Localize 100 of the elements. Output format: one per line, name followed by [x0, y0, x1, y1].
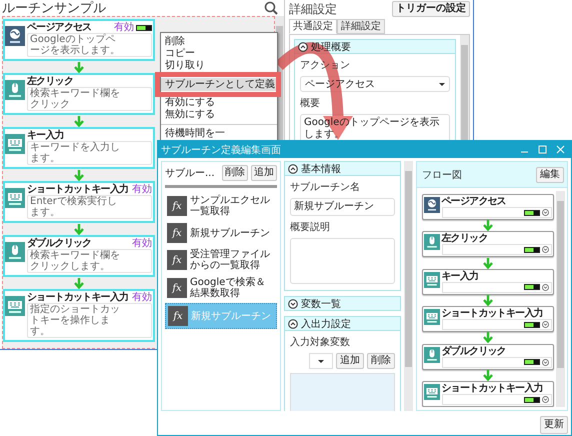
menu-item[interactable]: 削除: [161, 36, 277, 48]
subroutine-name: 新規サブルーチン: [190, 228, 271, 238]
chevron-icon[interactable]: [542, 358, 548, 366]
variable-action-button[interactable]: 削除: [367, 353, 395, 369]
step-title: ダブルクリック: [442, 346, 507, 357]
subroutine-name: 新規サブルーチン: [191, 310, 272, 322]
section-title: 基本情報: [301, 162, 341, 176]
chevron-icon[interactable]: [542, 321, 548, 328]
flow-step-card[interactable]: キー入力: [422, 268, 554, 295]
menu-item[interactable]: 待機時間を一: [161, 128, 277, 140]
caret-icon: [439, 82, 445, 86]
chevron-icon[interactable]: [542, 284, 548, 291]
menu-item[interactable]: 切り取り: [161, 60, 277, 72]
search-icon[interactable]: [264, 1, 278, 15]
panel-title: フロー図: [422, 168, 462, 182]
flow-step-card[interactable]: ページアクセス: [422, 194, 554, 220]
function-icon: fx: [167, 250, 187, 270]
collapse-icon[interactable]: [298, 42, 308, 52]
down-arrow-icon: [74, 170, 84, 180]
routine-title: ルーチンサンプル: [2, 0, 106, 16]
section-title: 変数一覧: [301, 298, 341, 310]
tab[interactable]: 共通設定: [289, 19, 337, 34]
menu-item[interactable]: サブルーチンとして定義: [161, 78, 277, 91]
toggle-switch[interactable]: [524, 284, 540, 290]
name-field[interactable]: 新規サブルーチン: [290, 198, 395, 216]
update-button[interactable]: 更新: [540, 416, 568, 434]
keyboard-icon: [5, 134, 25, 154]
section-header[interactable]: 入出力設定: [284, 316, 401, 331]
step-title: ページアクセス: [27, 22, 92, 33]
flow-step-card[interactable]: 左クリック 検索キーワード欄をクリック: [3, 73, 155, 115]
variable-dropdown[interactable]: [309, 353, 333, 369]
subroutine-name: Googleで検索＆結果数取得: [190, 277, 266, 299]
scrollbar[interactable]: [556, 191, 565, 407]
toggle-switch[interactable]: [524, 322, 540, 328]
chevron-icon[interactable]: [542, 396, 548, 404]
function-icon: fx: [168, 306, 188, 326]
window-title: サブルーチン定義編集画面: [161, 144, 281, 156]
subroutine-item[interactable]: fx 新規サブルーチン: [165, 221, 277, 245]
toggle-switch[interactable]: [524, 210, 540, 216]
field-label: 概要: [300, 96, 321, 110]
function-icon: fx: [167, 196, 187, 216]
variable-action-button[interactable]: 追加: [336, 353, 364, 369]
expand-icon[interactable]: [288, 298, 298, 308]
step-title: ショートカットキー入力: [442, 383, 544, 394]
collapse-icon[interactable]: [288, 318, 298, 328]
menu-item[interactable]: 有効にする: [161, 97, 277, 109]
step-title: ページアクセス: [442, 196, 507, 207]
flow-step-card[interactable]: ページアクセス 有効 Googleのトップページを表示します。: [3, 19, 155, 61]
step-title: ショートカットキー入力: [27, 184, 128, 195]
field-label: サブルーチン名: [290, 180, 361, 194]
subroutine-item[interactable]: fx 新規サブルーチン: [165, 303, 277, 329]
step-description: キーワードを入力します。: [30, 142, 121, 164]
close-icon[interactable]: [556, 145, 565, 154]
flow-step-card[interactable]: キー入力 キーワードを入力します。: [3, 127, 155, 169]
tab[interactable]: 詳細設定: [337, 19, 385, 34]
keyboard-icon: [5, 296, 25, 316]
panel-title: 詳細設定: [289, 0, 337, 18]
list-action-button[interactable]: 追加: [251, 165, 277, 181]
flow-step-card[interactable]: 左クリック: [422, 231, 554, 258]
toggle-switch[interactable]: [524, 246, 540, 253]
section-header[interactable]: 基本情報: [284, 161, 401, 176]
status-label: 有効: [132, 184, 152, 195]
step-title: キー入力: [442, 270, 480, 282]
flow-step-card[interactable]: ショートカットキー入力 有効 Enterで検索実行します。: [3, 181, 155, 223]
chevron-icon[interactable]: [542, 209, 548, 216]
keyboard-icon: [424, 272, 440, 288]
down-arrow-icon: [482, 258, 492, 269]
scrollbar[interactable]: [404, 161, 413, 411]
function-icon: fx: [167, 278, 187, 298]
down-arrow-icon: [74, 224, 84, 234]
step-description: 検索キーワード欄をクリックします。: [30, 250, 121, 272]
step-title: ダブルクリック: [27, 238, 92, 249]
down-arrow-icon: [74, 278, 84, 288]
flow-step-card[interactable]: ショートカットキー入力 有効 指定のショートカットキーを操作します。: [3, 289, 155, 342]
description-field[interactable]: [290, 238, 395, 284]
caret-icon: [318, 360, 324, 362]
chevron-icon[interactable]: [542, 246, 548, 254]
collapse-icon[interactable]: [288, 164, 298, 174]
mouse-icon: [424, 234, 440, 250]
menu-item[interactable]: 無効にする: [161, 109, 277, 121]
toggle-switch[interactable]: [136, 24, 152, 30]
toggle-switch[interactable]: [524, 396, 540, 403]
flow-step-card[interactable]: ショートカットキー入力: [422, 306, 554, 332]
status-label: 有効: [114, 22, 134, 33]
flow-step-card[interactable]: ショートカットキー入力: [422, 381, 554, 407]
globe-icon: [424, 197, 440, 213]
mouse-icon: [5, 80, 25, 100]
flow-step-card[interactable]: ダブルクリック 有効 検索キーワード欄をクリックします。: [3, 235, 155, 277]
menu-item[interactable]: コピー: [161, 48, 277, 60]
keyboard-icon: [424, 309, 440, 326]
function-icon: fx: [167, 223, 187, 243]
maximize-icon[interactable]: [538, 145, 547, 154]
toggle-switch[interactable]: [524, 359, 540, 366]
list-action-button[interactable]: 削除: [222, 165, 248, 181]
edit-button[interactable]: 編集: [536, 166, 564, 182]
keyboard-icon: [5, 188, 25, 208]
section-header[interactable]: 変数一覧: [284, 296, 401, 311]
flow-step-card[interactable]: ダブルクリック: [422, 344, 554, 370]
step-title: ショートカットキー入力: [27, 292, 128, 303]
trigger-settings-button[interactable]: トリガーの設定: [392, 1, 470, 17]
